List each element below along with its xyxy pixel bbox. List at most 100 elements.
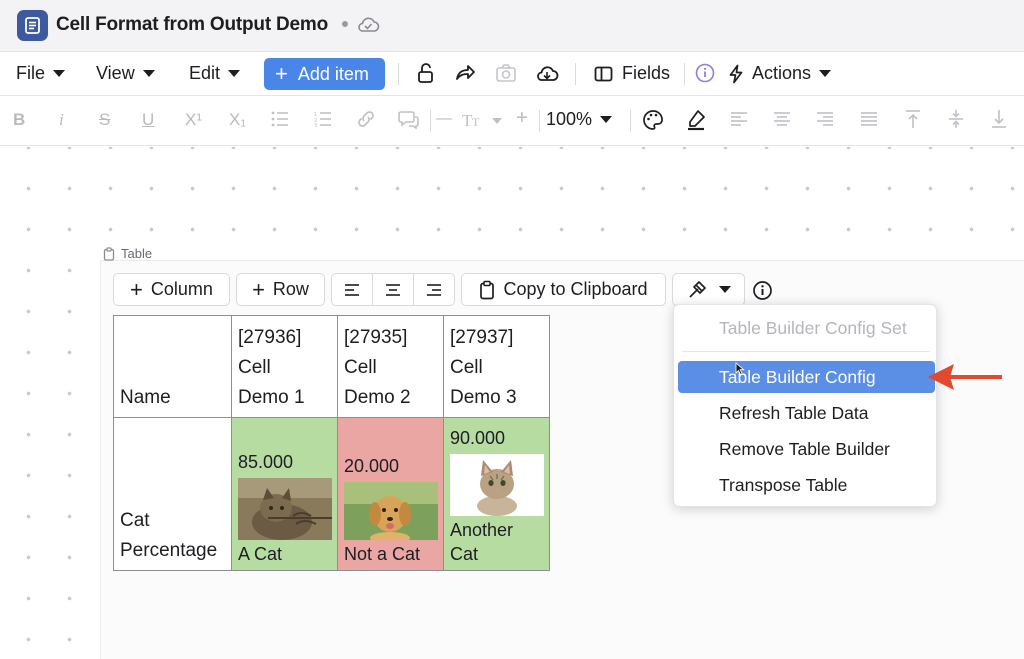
align-left-button[interactable] — [332, 274, 373, 305]
align-center-button[interactable] — [373, 274, 414, 305]
header-cell[interactable]: [27937] Cell Demo 3 — [443, 315, 550, 418]
align-left-icon — [345, 283, 359, 296]
cell-value: 90.000 — [450, 428, 506, 448]
fields-button[interactable]: Fields — [594, 63, 670, 84]
plus-icon: + — [252, 276, 265, 302]
camera-icon[interactable] — [495, 62, 517, 84]
row-label-cell[interactable]: Cat Percentage — [113, 417, 232, 571]
divider — [684, 63, 685, 85]
table-builder-menu-button[interactable] — [672, 273, 745, 306]
info-icon[interactable] — [694, 62, 716, 84]
align-left-icon[interactable] — [730, 111, 748, 127]
title-bar: Cell Format from Output Demo — [0, 0, 1024, 52]
divider — [398, 63, 399, 85]
header-cell[interactable]: [27936] Cell Demo 1 — [231, 315, 338, 418]
font-size-decrease[interactable]: — — [436, 110, 452, 128]
menu-divider — [682, 351, 930, 352]
zoom-value: 100% — [546, 109, 593, 129]
add-column-button[interactable]: + Column — [113, 273, 230, 306]
plus-icon: + — [130, 276, 143, 302]
chevron-down-icon — [600, 116, 613, 123]
divider — [539, 110, 540, 132]
valign-top-icon[interactable] — [904, 109, 922, 129]
highlighter-icon[interactable] — [684, 108, 708, 132]
info-icon[interactable] — [752, 280, 773, 301]
superscript-button[interactable]: X¹ — [185, 110, 202, 130]
underline-button[interactable]: U — [142, 110, 154, 130]
cell-caption: A Cat — [238, 544, 283, 564]
align-right-icon[interactable] — [816, 111, 834, 127]
align-right-icon — [427, 283, 441, 296]
hammer-icon — [688, 280, 706, 298]
cell-caption: Another Cat — [450, 520, 514, 564]
status-dot — [342, 21, 348, 27]
align-justify-icon[interactable] — [860, 111, 878, 127]
comment-icon[interactable] — [398, 109, 420, 129]
menu-file[interactable]: File — [16, 63, 66, 84]
actions-menu[interactable]: Actions — [728, 63, 832, 84]
svg-text:T: T — [472, 115, 480, 129]
subscript-button[interactable]: X₁ — [229, 110, 246, 130]
lightning-icon — [729, 64, 743, 83]
header-cell[interactable]: [27935] Cell Demo 2 — [337, 315, 444, 418]
cloud-download-icon[interactable] — [535, 62, 559, 84]
valign-middle-icon[interactable] — [947, 109, 965, 129]
numbered-list-icon[interactable]: 1 2 3 — [314, 111, 332, 127]
font-size-increase[interactable]: + — [516, 107, 528, 130]
cell-demo-3[interactable]: 90.000 Another Cat — [443, 417, 550, 571]
menu-item-config-set[interactable]: Table Builder Config Set — [719, 318, 907, 339]
document-icon — [17, 10, 48, 41]
bullet-list-icon[interactable] — [271, 111, 289, 127]
add-item-label: Add item — [297, 63, 369, 84]
document-title[interactable]: Cell Format from Output Demo — [56, 14, 328, 36]
unlock-icon[interactable] — [416, 62, 436, 84]
menu-view[interactable]: View — [96, 63, 155, 84]
add-column-label: Column — [150, 279, 213, 299]
fields-label: Fields — [622, 63, 671, 83]
header-cell[interactable]: Name — [113, 315, 232, 418]
copy-label: Copy to Clipboard — [503, 279, 648, 299]
divider — [575, 63, 576, 85]
menu-view-label: View — [96, 63, 135, 83]
menu-item-transpose-table[interactable]: Transpose Table — [719, 475, 847, 496]
cell-value: 20.000 — [344, 456, 400, 476]
add-item-button[interactable]: + Add item — [264, 58, 385, 90]
share-icon[interactable] — [454, 62, 476, 84]
table-header-row: Name [27936] Cell Demo 1 [27935] Cell De… — [113, 315, 550, 418]
italic-button[interactable]: i — [59, 110, 64, 130]
table-block-label: Table — [103, 246, 152, 261]
align-right-button[interactable] — [414, 274, 454, 305]
bold-button[interactable]: B — [13, 110, 25, 130]
text-size-icon[interactable]: T T — [462, 110, 508, 130]
menu-bar: File View Edit + Add item Fields Actions — [0, 52, 1024, 96]
chevron-down-icon — [53, 70, 66, 77]
actions-label: Actions — [752, 63, 812, 83]
panel-icon — [594, 66, 613, 81]
header-demo-3: [27937] Cell Demo 3 — [450, 327, 517, 408]
divider — [630, 110, 631, 132]
add-row-button[interactable]: + Row — [236, 273, 325, 306]
link-icon[interactable] — [356, 110, 376, 128]
cell-demo-1[interactable]: 85.000 A Cat — [231, 417, 338, 571]
palette-icon[interactable] — [642, 109, 664, 131]
align-center-icon[interactable] — [773, 111, 791, 127]
align-center-icon — [386, 283, 400, 296]
menu-edit[interactable]: Edit — [189, 63, 241, 84]
menu-item-remove-table-builder[interactable]: Remove Table Builder — [719, 439, 890, 460]
cell-value: 85.000 — [238, 452, 294, 472]
table-row: Cat Percentage 85.000 A Cat 20.000 Not a… — [113, 417, 550, 571]
strikethrough-button[interactable]: S — [99, 110, 110, 130]
zoom-select[interactable]: 100% — [546, 109, 613, 130]
menu-item-refresh-table-data[interactable]: Refresh Table Data — [719, 403, 869, 424]
cell-demo-2[interactable]: 20.000 Not a Cat — [337, 417, 444, 571]
cat-photo-image — [238, 478, 332, 540]
table-label-text: Table — [121, 246, 153, 261]
plus-icon: + — [275, 61, 288, 86]
header-name: Name — [120, 387, 171, 408]
valign-bottom-icon[interactable] — [990, 109, 1008, 129]
header-demo-1: [27936] Cell Demo 1 — [238, 327, 305, 408]
format-toolbar: B i S U X¹ X₁ 1 2 3 — T T + 100% — [0, 96, 1024, 146]
cloud-saved-icon — [358, 17, 380, 32]
clipboard-icon — [103, 246, 115, 261]
copy-to-clipboard-button[interactable]: Copy to Clipboard — [461, 273, 666, 306]
